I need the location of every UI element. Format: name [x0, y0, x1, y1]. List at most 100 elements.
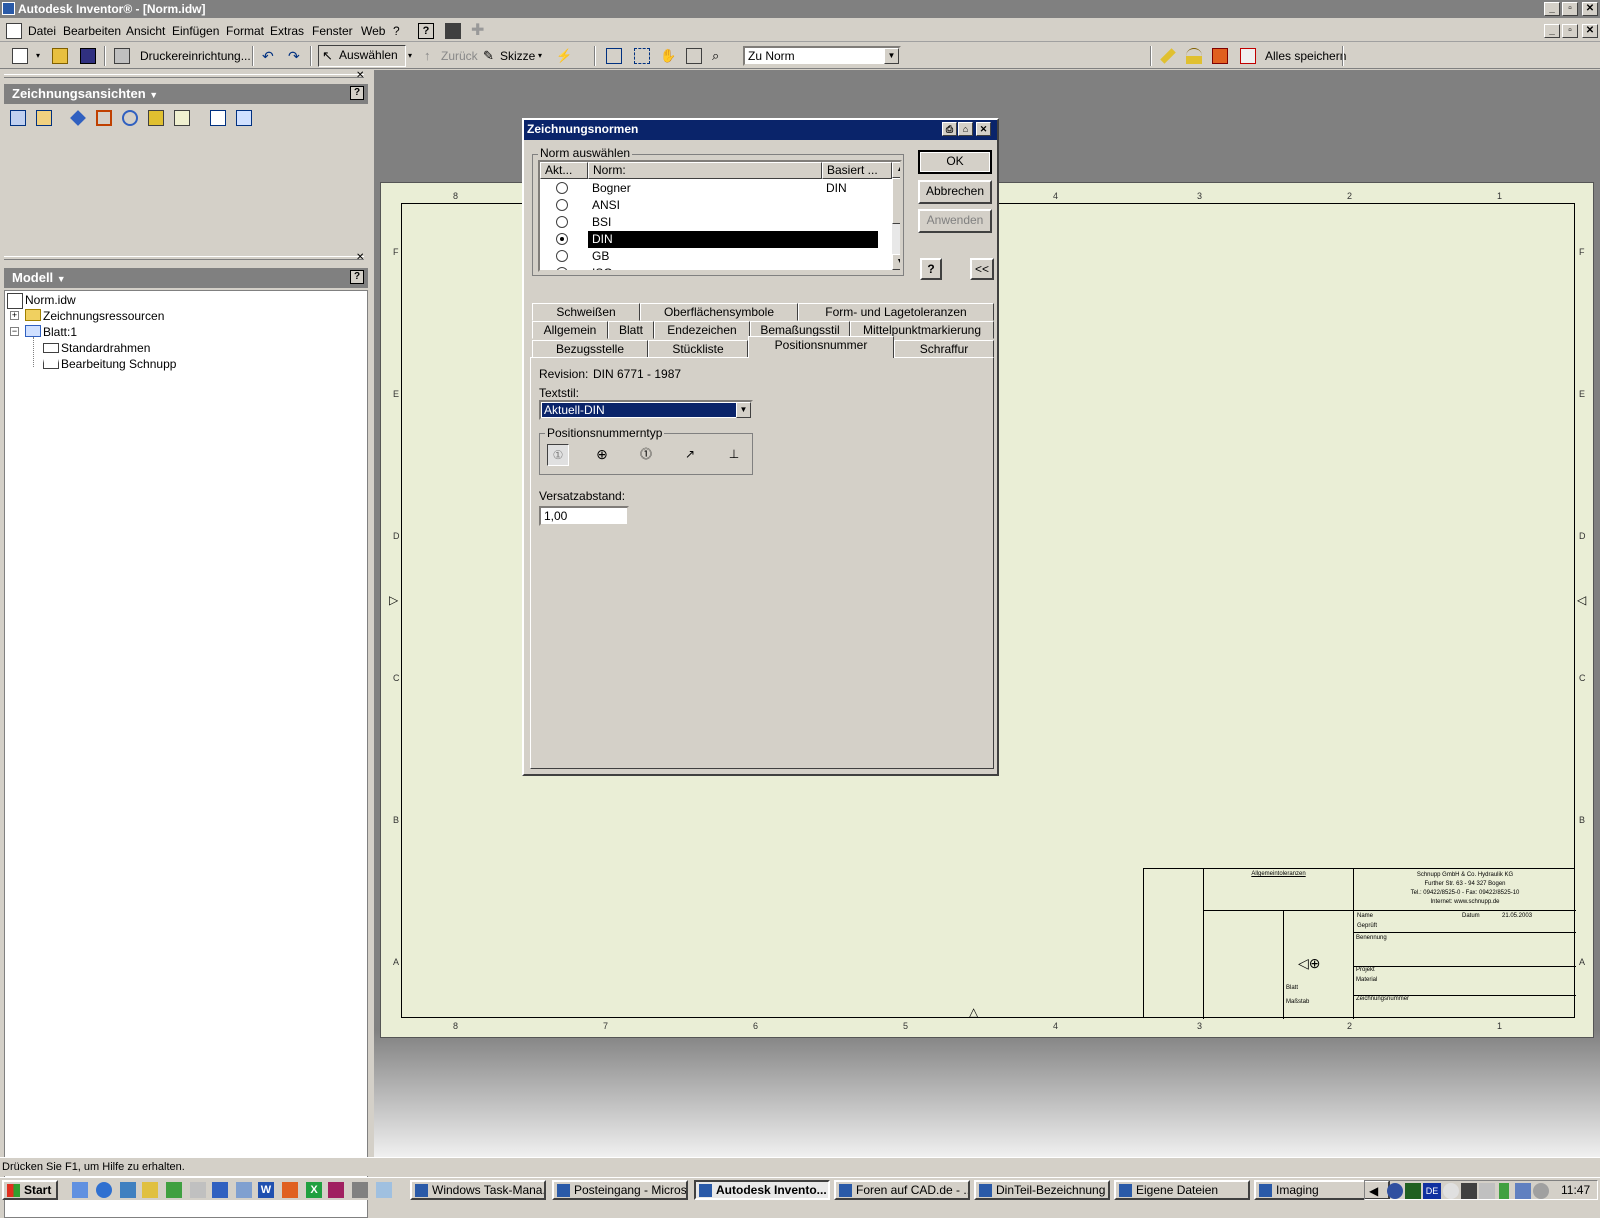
back-button[interactable]: Zurück [441, 47, 478, 65]
select-button[interactable]: ↖ Auswählen [318, 45, 406, 67]
quicklaunch-icon[interactable] [190, 1182, 206, 1198]
close-icon[interactable]: ✕ [1582, 2, 1598, 16]
pencil-icon[interactable] [1160, 48, 1176, 64]
start-button[interactable]: Start [2, 1180, 58, 1200]
quicklaunch-icon[interactable] [376, 1182, 392, 1198]
views-panel-header[interactable]: Zeichnungsansichten ▼ ? [4, 84, 368, 104]
apply-button[interactable]: Anwenden [918, 209, 992, 233]
magnifier-icon[interactable]: ⌕ [712, 48, 728, 64]
panel-close-icon[interactable]: ✕ [356, 70, 364, 81]
help-icon[interactable]: ? [418, 23, 434, 39]
new-file-icon[interactable] [12, 48, 28, 64]
help-icon[interactable]: ? [350, 86, 364, 100]
doc-restore-icon[interactable]: ▫ [1562, 24, 1578, 38]
scroll-up-icon[interactable]: ▲ [892, 162, 900, 178]
table-row[interactable]: BSI [540, 214, 892, 231]
balloon-leader-icon[interactable]: ↗ [679, 444, 701, 466]
printer-icon[interactable] [114, 48, 130, 64]
film-icon[interactable] [445, 23, 461, 39]
balloon-hex-icon[interactable]: ⓵ [635, 444, 657, 466]
tab-endezeichen[interactable]: Endezeichen [654, 321, 750, 339]
taskbar-button[interactable]: DinTeil-Bezeichnung ... [974, 1180, 1110, 1200]
print-icon[interactable]: ⎙ [942, 122, 957, 136]
measure-icon[interactable] [1186, 48, 1202, 64]
taskbar-button[interactable]: Posteingang - Micros... [552, 1180, 688, 1200]
tab-allgemein[interactable]: Allgemein [532, 321, 608, 339]
balloon-circle-icon[interactable]: ① [547, 444, 569, 466]
chevron-down-icon[interactable]: ▼ [884, 48, 899, 64]
active-radio[interactable] [556, 199, 568, 211]
pan-icon[interactable]: ✋ [660, 48, 676, 64]
tab-tolerances[interactable]: Form- und Lagetoleranzen [798, 303, 994, 321]
save-all-button[interactable]: Alles speichern [1265, 47, 1346, 65]
base-view-icon[interactable] [10, 110, 26, 126]
document-icon[interactable] [6, 23, 22, 39]
list-scrollbar[interactable]: ▲ ▼ [892, 162, 900, 270]
ie-icon[interactable] [96, 1182, 112, 1198]
quicklaunch-icon[interactable] [166, 1182, 182, 1198]
excel-icon[interactable]: X [306, 1182, 322, 1198]
table-row[interactable]: ISO [540, 265, 892, 270]
quicklaunch-icon[interactable] [212, 1182, 228, 1198]
help-icon[interactable]: ? [350, 270, 364, 284]
scroll-thumb[interactable] [892, 178, 900, 224]
save-icon[interactable] [80, 48, 96, 64]
tree-item-sheet[interactable]: Blatt:1 [43, 325, 77, 339]
tree-item-titleblock[interactable]: Bearbeitung Schnupp [61, 357, 176, 371]
tree-item-frame[interactable]: Standardrahmen [61, 341, 150, 355]
menu-fenster[interactable]: Fenster [312, 24, 353, 38]
pin-icon[interactable]: ⌂ [958, 122, 973, 136]
back-arrow-icon[interactable]: ↑ [424, 48, 440, 64]
quicklaunch-icon[interactable] [120, 1182, 136, 1198]
tab-stueckliste[interactable]: Stückliste [648, 340, 748, 358]
active-radio[interactable] [556, 182, 568, 194]
open-icon[interactable] [52, 48, 68, 64]
redo-icon[interactable]: ↷ [288, 48, 304, 64]
menu-format[interactable]: Format [226, 24, 264, 38]
taskbar-button[interactable]: Windows Task-Mana... [410, 1180, 546, 1200]
section-view-icon[interactable] [96, 110, 112, 126]
undo-icon[interactable]: ↶ [262, 48, 278, 64]
model-browser[interactable]: Norm.idw + Zeichnungsressourcen − Blatt:… [4, 290, 368, 1218]
cancel-button[interactable]: Abbrechen [918, 180, 992, 204]
offset-input[interactable] [539, 506, 629, 526]
zoom-all-icon[interactable] [606, 48, 622, 64]
language-indicator[interactable]: DE [1423, 1183, 1441, 1199]
col-based-on[interactable]: Basiert ... [822, 162, 892, 179]
doc-minimize-icon[interactable]: _ [1544, 24, 1560, 38]
auxiliary-view-icon[interactable] [70, 110, 86, 126]
menu-bearbeiten[interactable]: Bearbeiten [63, 24, 121, 38]
ok-button[interactable]: OK [918, 150, 992, 174]
table-row[interactable]: Bogner DIN [540, 180, 892, 197]
tray-icon[interactable] [1515, 1183, 1531, 1199]
taskbar-button[interactable]: Eigene Dateien [1114, 1180, 1250, 1200]
tab-schraffur[interactable]: Schraffur [894, 340, 994, 358]
dialog-titlebar[interactable]: Zeichnungsnormen ⎙ ⌂ ✕ [524, 120, 997, 140]
grip[interactable] [4, 74, 364, 78]
projected-view-icon[interactable] [36, 110, 52, 126]
style-edit-icon[interactable] [1240, 48, 1256, 64]
access-icon[interactable] [328, 1182, 344, 1198]
dialog-help-icon[interactable]: ? [920, 258, 942, 280]
menu-datei[interactable]: Datei [28, 24, 56, 38]
menu-help[interactable]: ? [393, 24, 400, 38]
menu-extras[interactable]: Extras [270, 24, 304, 38]
tray-icon[interactable] [1499, 1183, 1509, 1199]
sketch-button[interactable]: Skizze [500, 47, 535, 65]
tree-item-norm[interactable]: Norm.idw [25, 293, 76, 307]
expand-icon[interactable]: + [10, 311, 19, 320]
norm-combo[interactable]: Zu Norm ▼ [743, 46, 901, 66]
style-icon[interactable] [1212, 48, 1228, 64]
quicklaunch-icon[interactable] [72, 1182, 88, 1198]
new-dropdown-icon[interactable]: ▾ [36, 48, 52, 64]
draft-view-icon[interactable] [236, 110, 252, 126]
doc-close-icon[interactable]: ✕ [1582, 24, 1598, 38]
minimize-icon[interactable]: _ [1544, 2, 1560, 16]
plus-icon[interactable]: ✚ [471, 23, 487, 39]
dialog-close-icon[interactable]: ✕ [976, 122, 991, 136]
balloon-underline-icon[interactable]: ⊥ [723, 444, 745, 466]
broken-view-icon[interactable] [148, 110, 164, 126]
chevron-down-icon[interactable]: ▼ [736, 402, 751, 418]
sketch-icon[interactable]: ✎ [483, 48, 499, 64]
word-icon[interactable]: W [258, 1182, 274, 1198]
